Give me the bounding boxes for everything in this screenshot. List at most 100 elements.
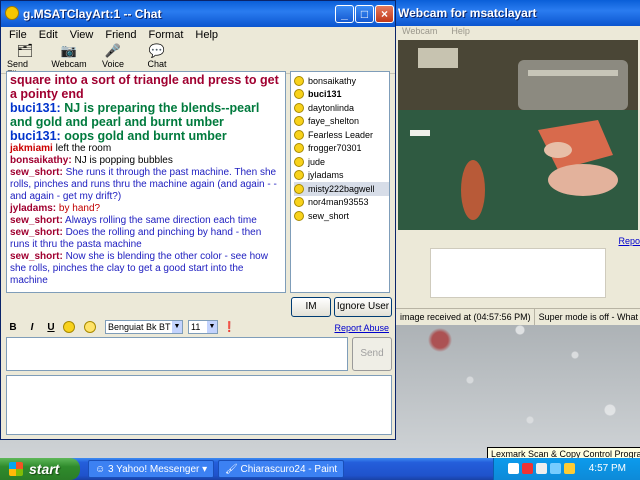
chat-message: jyladams: by hand? <box>10 203 282 215</box>
font-family-value: Benguiat Bk BT <box>108 322 171 332</box>
user-list-item[interactable]: jyladams <box>294 169 389 183</box>
send-file-button[interactable]: 🗂 Send File <box>7 43 43 79</box>
webcam-menu-webcam[interactable]: Webcam <box>402 26 437 40</box>
user-smiley-icon <box>294 143 304 154</box>
user-list-item[interactable]: buci131 <box>294 88 389 102</box>
lexmark-icon[interactable] <box>508 463 519 474</box>
chat-window: g.MSATClayArt:1 -- Chat _ □ × File Edit … <box>0 0 396 440</box>
chat-message-sender: jyladams: <box>10 203 57 214</box>
audible-icon[interactable] <box>84 321 96 333</box>
ignore-user-button[interactable]: Ignore User <box>334 297 392 317</box>
menu-help[interactable]: Help <box>195 29 218 41</box>
user-smiley-icon <box>294 129 304 140</box>
chat-message-sender: bonsaikathy: <box>10 155 72 166</box>
taskbar-item-label: 3 Yahoo! Messenger <box>108 464 200 475</box>
webcam-button[interactable]: 📷 Webcam <box>51 43 87 73</box>
user-list-item[interactable]: frogger70301 <box>294 142 389 156</box>
webcam-info-panel <box>430 248 606 298</box>
webcam-image <box>398 40 638 230</box>
chat-message: square into a sort of triangle and press… <box>10 73 282 101</box>
font-size-select[interactable]: 11 ▼ <box>188 320 218 334</box>
user-list-item[interactable]: sew_short <box>294 209 389 223</box>
font-family-select[interactable]: Benguiat Bk BT ▼ <box>105 320 183 334</box>
chat-message-sender: buci131: <box>10 101 61 115</box>
user-list-name: nor4man93553 <box>308 197 369 208</box>
message-input[interactable] <box>6 337 348 371</box>
webcam-status-received: image received at (04:57:56 PM) <box>396 309 535 325</box>
menu-view[interactable]: View <box>70 29 94 41</box>
chat-window-title: g.MSATClayArt:1 -- Chat <box>23 7 162 21</box>
webcam-menu-help[interactable]: Help <box>451 26 470 40</box>
chat-message-sender: sew_short: <box>10 251 63 262</box>
user-list-item[interactable]: Fearless Leader <box>294 128 389 142</box>
network-icon[interactable] <box>536 463 547 474</box>
webcam-window: Webcam for msatclayart Webcam Help Repo … <box>396 0 640 325</box>
menu-edit[interactable]: Edit <box>39 29 58 41</box>
user-list-item[interactable]: nor4man93553 <box>294 196 389 210</box>
webcam-status-super-mode: Super mode is off - What <box>538 312 638 322</box>
close-button[interactable]: × <box>375 5 394 23</box>
user-list-name: faye_shelton <box>308 116 360 127</box>
report-abuse-link[interactable]: Report Abuse <box>334 323 389 333</box>
chat-title-bar[interactable]: g.MSATClayArt:1 -- Chat _ □ × <box>1 1 395 27</box>
voice-button[interactable]: 🎤 Voice <box>95 43 131 73</box>
menu-format[interactable]: Format <box>149 29 184 41</box>
chat-message-sender: buci131: <box>10 129 61 143</box>
minimize-button[interactable]: _ <box>335 5 354 23</box>
maximize-button[interactable]: □ <box>355 5 374 23</box>
chat-message: jakmiami left the room <box>10 143 282 155</box>
chat-lower-pane <box>6 375 392 435</box>
user-smiley-icon <box>294 89 304 100</box>
chat-button[interactable]: 💬 Chat <box>139 43 175 73</box>
start-button[interactable]: start <box>0 458 80 480</box>
webcam-window-title: Webcam for msatclayart <box>398 6 537 20</box>
webcam-report-link[interactable]: Repo <box>618 236 640 246</box>
exclamation-icon[interactable]: ❗ <box>223 322 235 333</box>
webcam-video-feed <box>398 40 638 230</box>
italic-button[interactable]: I <box>25 322 39 333</box>
tray-app-icon[interactable] <box>522 463 533 474</box>
taskbar-clock: 4:57 PM <box>588 463 626 474</box>
menu-friend[interactable]: Friend <box>105 29 136 41</box>
user-list-item[interactable]: faye_shelton <box>294 115 389 129</box>
chat-message-history[interactable]: square into a sort of triangle and press… <box>6 71 286 293</box>
user-list-item[interactable]: bonsaikathy <box>294 74 389 88</box>
user-list-item[interactable]: jude <box>294 155 389 169</box>
user-smiley-icon <box>294 75 304 86</box>
webcam-title-bar[interactable]: Webcam for msatclayart <box>396 0 640 26</box>
chat-message-text: left the room <box>55 143 112 154</box>
chat-message-text: oops gold and burnt umber <box>64 129 227 143</box>
chat-message: buci131: oops gold and burnt umber <box>10 129 282 143</box>
bold-button[interactable]: B <box>6 322 20 333</box>
voice-label: Voice <box>101 59 125 69</box>
user-smiley-icon <box>294 197 304 208</box>
user-list-item[interactable]: daytonlinda <box>294 101 389 115</box>
emoticon-icon[interactable] <box>63 321 75 333</box>
user-list-name: Fearless Leader <box>308 129 374 140</box>
volume-icon[interactable] <box>564 463 575 474</box>
user-list-name: bonsaikathy <box>308 75 357 86</box>
chat-message: buci131: NJ is preparing the blends--pea… <box>10 101 282 129</box>
user-smiley-icon <box>294 170 304 181</box>
system-tray: 4:57 PM <box>493 458 640 480</box>
webcam-icon: 📷 <box>60 43 78 58</box>
chat-room-user-list[interactable]: bonsaikathy buci131 daytonlinda faye_shelto… <box>290 71 390 293</box>
taskbar-item-label: Chiarascuro24 - Paint <box>240 464 338 475</box>
taskbar-item-paint[interactable]: 🖌 Chiarascuro24 - Paint <box>218 460 344 478</box>
user-list-item[interactable]: misty222bagwell <box>294 182 389 196</box>
user-smiley-icon <box>294 210 304 221</box>
menu-file[interactable]: File <box>9 29 27 41</box>
taskbar-item-yahoo-messenger[interactable]: ☺ 3 Yahoo! Messenger ▾ <box>88 460 214 478</box>
im-button[interactable]: IM <box>291 297 331 317</box>
chat-message: sew_short: Now she is blending the other… <box>10 251 282 287</box>
user-list-name: misty222bagwell <box>308 183 375 194</box>
chat-message-sender: sew_short: <box>10 227 63 238</box>
user-smiley-icon <box>294 183 304 194</box>
user-list-name: frogger70301 <box>308 143 362 154</box>
webcam-menu-bar: Webcam Help <box>396 26 640 40</box>
underline-button[interactable]: U <box>44 322 58 333</box>
microphone-icon: 🎤 <box>104 43 122 58</box>
chevron-down-icon: ▼ <box>172 321 182 333</box>
security-icon[interactable] <box>550 463 561 474</box>
send-button[interactable]: Send <box>352 337 392 371</box>
